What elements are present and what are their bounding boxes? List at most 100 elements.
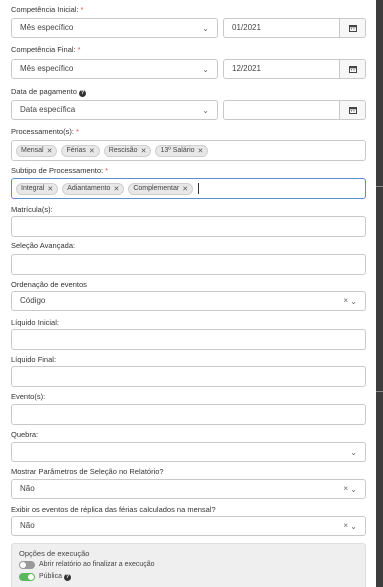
subtipo-label: Subtipo de Processamento: *	[11, 166, 108, 175]
chevron-down-icon: ⌄	[202, 65, 209, 74]
remove-tag-icon[interactable]: ✕	[113, 185, 119, 193]
liquido-inicial-label: Líquido Inicial:	[11, 318, 59, 327]
mostrar-parametros-label: Mostrar Parâmetros de Seleção no Relatór…	[11, 467, 164, 476]
subtipo-label-text: Subtipo de Processamento:	[11, 166, 104, 175]
execution-options-panel: Opções de execução Abrir relatório ao fi…	[11, 543, 366, 587]
calendar-icon	[349, 25, 357, 32]
mostrar-parametros-select[interactable]: Não × ⌄	[11, 479, 366, 499]
calendar-icon	[349, 66, 357, 73]
execution-options-title: Opções de execução	[19, 549, 90, 558]
background-divider	[376, 391, 383, 392]
calendar-button[interactable]	[339, 101, 365, 119]
clear-icon[interactable]: ×	[343, 296, 348, 305]
open-report-toggle[interactable]	[19, 561, 35, 569]
public-label: Pública?	[39, 573, 71, 581]
calendar-icon	[349, 107, 357, 114]
remove-tag-icon[interactable]: ✕	[141, 147, 147, 155]
processamentos-multiselect[interactable]: Mensal ✕ Férias ✕ Rescisão ✕ 13º Salário ✕	[11, 140, 366, 161]
tag-integral: Integral ✕	[16, 182, 59, 195]
required-marker: *	[75, 127, 79, 136]
competencia-final-date-input[interactable]: 12/2021	[223, 59, 366, 79]
required-marker: *	[77, 45, 81, 54]
selecao-avancada-input[interactable]	[11, 254, 366, 275]
required-marker: *	[80, 5, 84, 14]
calendar-button[interactable]	[339, 60, 365, 78]
competencia-inicial-date-input[interactable]: 01/2021	[223, 18, 366, 38]
data-pagamento-label: Data de pagamento?	[11, 87, 86, 97]
eventos-input[interactable]	[11, 404, 366, 425]
competencia-inicial-select-value: Mês específico	[20, 23, 74, 32]
remove-tag-icon[interactable]: ✕	[89, 147, 95, 155]
competencia-inicial-label: Competência Inicial: *	[11, 5, 83, 14]
liquido-final-label: Líquido Final:	[11, 355, 57, 364]
tag-13-salario: 13º Salário ✕	[155, 144, 209, 157]
competencia-inicial-date-value: 01/2021	[232, 23, 261, 32]
tag-adiantamento: Adiantamento ✕	[62, 182, 125, 195]
competencia-final-date-value: 12/2021	[232, 64, 261, 73]
required-marker: *	[105, 166, 109, 175]
help-icon[interactable]: ?	[63, 574, 71, 581]
public-label-text: Pública	[39, 573, 62, 580]
tag-label: Mensal	[21, 147, 44, 154]
tag-label: Férias	[66, 147, 86, 154]
remove-tag-icon[interactable]: ✕	[198, 147, 204, 155]
data-pagamento-label-text: Data de pagamento	[11, 87, 77, 96]
remove-tag-icon[interactable]: ✕	[182, 185, 188, 193]
liquido-inicial-input[interactable]	[11, 329, 366, 350]
toggle-knob	[28, 574, 34, 580]
matriculas-label: Matrícula(s):	[11, 205, 53, 214]
chevron-down-icon: ⌄	[350, 522, 357, 531]
chevron-down-icon: ⌄	[350, 297, 357, 306]
data-pagamento-select[interactable]: Data específica ⌄	[11, 100, 218, 120]
quebra-label: Quebra:	[11, 430, 39, 439]
quebra-select[interactable]: ⌄	[11, 442, 366, 462]
clear-icon[interactable]: ×	[343, 521, 348, 530]
exibir-replica-value: Não	[20, 521, 35, 530]
tag-ferias: Férias ✕	[61, 144, 100, 157]
processamentos-label-text: Processamento(s):	[11, 127, 74, 136]
remove-tag-icon[interactable]: ✕	[47, 185, 53, 193]
competencia-inicial-select[interactable]: Mês específico ⌄	[11, 18, 218, 38]
tag-label: 13º Salário	[160, 147, 195, 154]
clear-icon[interactable]: ×	[343, 484, 348, 493]
help-icon[interactable]: ?	[78, 90, 86, 97]
liquido-final-input[interactable]	[11, 366, 366, 387]
chevron-down-icon: ⌄	[202, 106, 209, 115]
public-toggle[interactable]	[19, 573, 35, 581]
text-cursor	[198, 183, 200, 194]
tag-label: Integral	[21, 185, 45, 192]
subtipo-multiselect[interactable]: Integral ✕ Adiantamento ✕ Complementar ✕	[11, 178, 366, 199]
chevron-down-icon: ⌄	[202, 24, 209, 33]
data-pagamento-date-input[interactable]	[223, 100, 366, 120]
tag-label: Rescisão	[108, 147, 138, 154]
mostrar-parametros-value: Não	[20, 484, 35, 493]
tag-label: Adiantamento	[67, 185, 111, 192]
competencia-final-select-value: Mês específico	[20, 64, 74, 73]
toggle-knob	[20, 562, 26, 568]
open-report-label: Abrir relatório ao finalizar a execução	[39, 561, 155, 568]
tag-mensal: Mensal ✕	[16, 144, 58, 157]
report-filter-panel: Competência Inicial: * Mês específico ⌄ 0…	[0, 0, 376, 587]
selecao-avancada-label: Seleção Avançada:	[11, 241, 76, 250]
exibir-replica-select[interactable]: Não × ⌄	[11, 516, 366, 536]
ordenacao-label: Ordenação de eventos	[11, 280, 87, 289]
ordenacao-select[interactable]: Código × ⌄	[11, 291, 366, 311]
competencia-final-label: Competência Final: *	[11, 45, 81, 54]
calendar-button[interactable]	[339, 19, 365, 37]
eventos-label: Evento(s):	[11, 392, 46, 401]
data-pagamento-select-value: Data específica	[20, 105, 76, 114]
tag-rescisao: Rescisão ✕	[103, 144, 152, 157]
chevron-down-icon: ⌄	[350, 448, 357, 457]
tag-label: Complementar	[133, 185, 180, 192]
matriculas-input[interactable]	[11, 216, 366, 237]
chevron-down-icon: ⌄	[350, 485, 357, 494]
processamentos-label: Processamento(s): *	[11, 127, 79, 136]
remove-tag-icon[interactable]: ✕	[47, 147, 53, 155]
ordenacao-value: Código	[20, 296, 46, 305]
competencia-final-select[interactable]: Mês específico ⌄	[11, 59, 218, 79]
competencia-inicial-label-text: Competência Inicial:	[11, 5, 79, 14]
competencia-final-label-text: Competência Final:	[11, 45, 76, 54]
background-divider	[376, 186, 383, 187]
exibir-replica-label: Exibir os eventos de réplica das férias …	[11, 505, 216, 514]
tag-complementar: Complementar ✕	[128, 182, 194, 195]
